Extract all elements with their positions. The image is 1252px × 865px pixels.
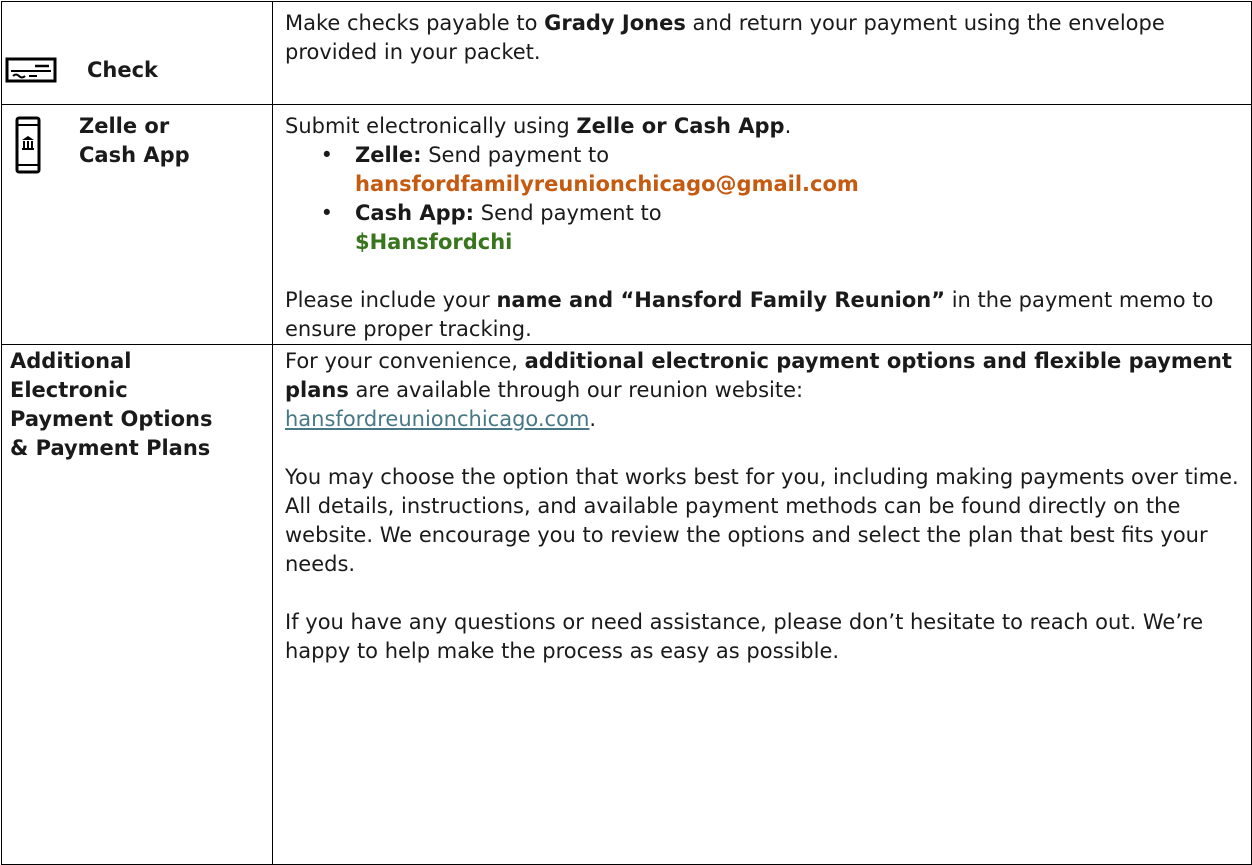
additional-label-cell: Additional Electronic Payment Options & … [1, 344, 273, 865]
additional-paragraph-2: You may choose the option that works bes… [285, 465, 1239, 489]
zelle-email: hansfordfamilyreunionchicago@gmail.com [355, 172, 859, 196]
phone-bank-icon [15, 116, 45, 176]
payee-name: Grady Jones [544, 11, 686, 35]
additional-paragraph-3: All details, instructions, and available… [285, 494, 1208, 576]
additional-label-line2: Electronic [10, 378, 128, 402]
additional-paragraph-4: If you have any questions or need assist… [285, 610, 1204, 663]
zelle-cashapp-row: Zelle or Cash App Submit electronically … [1, 104, 1252, 345]
payment-options-table: Check Make checks payable to Grady Jones… [1, 1, 1252, 865]
additional-label-line1: Additional [10, 349, 132, 373]
additional-label-line3: Payment Options [10, 407, 213, 431]
reunion-website-link[interactable]: hansfordreunionchicago.com [285, 407, 589, 431]
check-icon [5, 57, 57, 83]
check-label: Check [87, 57, 159, 82]
check-description-cell: Make checks payable to Grady Jones and r… [272, 1, 1252, 105]
cashapp-tag: $Hansfordchi [355, 230, 513, 254]
check-description: Make checks payable to Grady Jones and r… [285, 11, 1165, 64]
cashapp-bullet: • Cash App: Send payment to $Hansfordchi [285, 199, 1243, 257]
zelle-label-line1: Zelle or [79, 114, 170, 138]
zelle-intro: Submit electronically using Zelle or Cas… [285, 114, 792, 138]
additional-options-row: Additional Electronic Payment Options & … [1, 344, 1252, 865]
zelle-description-cell: Submit electronically using Zelle or Cas… [272, 104, 1252, 345]
additional-label-line4: & Payment Plans [10, 436, 211, 460]
additional-intro: For your convenience, additional electro… [285, 349, 1232, 402]
check-label-cell: Check [1, 1, 273, 105]
zelle-bullet: • Zelle: Send payment to hansfordfamilyr… [285, 141, 1243, 199]
zelle-label-cell: Zelle or Cash App [1, 104, 273, 345]
additional-description-cell: For your convenience, additional electro… [272, 344, 1252, 865]
memo-instructions: Please include your name and “Hansford F… [285, 288, 1214, 341]
zelle-label-line2: Cash App [79, 143, 190, 167]
check-row: Check Make checks payable to Grady Jones… [1, 1, 1252, 105]
